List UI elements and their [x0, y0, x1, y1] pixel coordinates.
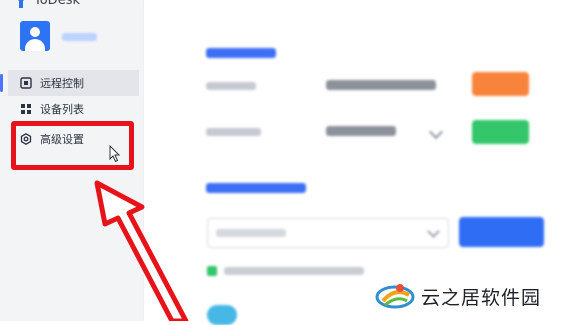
input-placeholder-blurred	[216, 229, 286, 237]
sidebar-item-label: 设备列表	[40, 103, 84, 116]
mouse-cursor-icon	[109, 145, 121, 163]
avatar-head	[30, 27, 40, 37]
chevron-down-icon[interactable]	[427, 225, 440, 238]
remote-control-icon	[20, 77, 32, 89]
watermark: 云之居软件园	[367, 271, 565, 321]
bottom-icon	[207, 305, 237, 325]
brand: ToDesk	[14, 0, 80, 8]
device-grid-icon	[21, 104, 31, 114]
todesk-logo-icon	[18, 0, 24, 8]
orange-button[interactable]	[472, 72, 529, 96]
chevron-down-icon[interactable]	[428, 124, 444, 140]
app-name: ToDesk	[34, 0, 80, 8]
watermark-logo-icon	[375, 284, 415, 309]
connect-button[interactable]	[459, 217, 544, 247]
sidebar-item-remote-control[interactable]: 远程控制	[0, 70, 139, 96]
label-blurred	[206, 82, 256, 90]
device-code-blurred	[326, 80, 436, 90]
device-input[interactable]	[207, 218, 449, 248]
checkbox[interactable]	[207, 266, 217, 276]
avatar-body	[25, 39, 45, 51]
checkbox-label-blurred	[224, 267, 364, 275]
password-blurred	[326, 126, 396, 136]
avatar[interactable]	[20, 21, 50, 51]
section-title-blurred	[206, 183, 306, 193]
label-blurred	[206, 128, 261, 136]
username-blurred	[62, 33, 97, 41]
watermark-text: 云之居软件园	[421, 286, 542, 309]
section-title-blurred	[206, 48, 276, 58]
sidebar-item-label: 远程控制	[40, 77, 84, 90]
green-button[interactable]	[472, 120, 529, 144]
sidebar-item-device-list[interactable]: 设备列表	[8, 96, 139, 122]
